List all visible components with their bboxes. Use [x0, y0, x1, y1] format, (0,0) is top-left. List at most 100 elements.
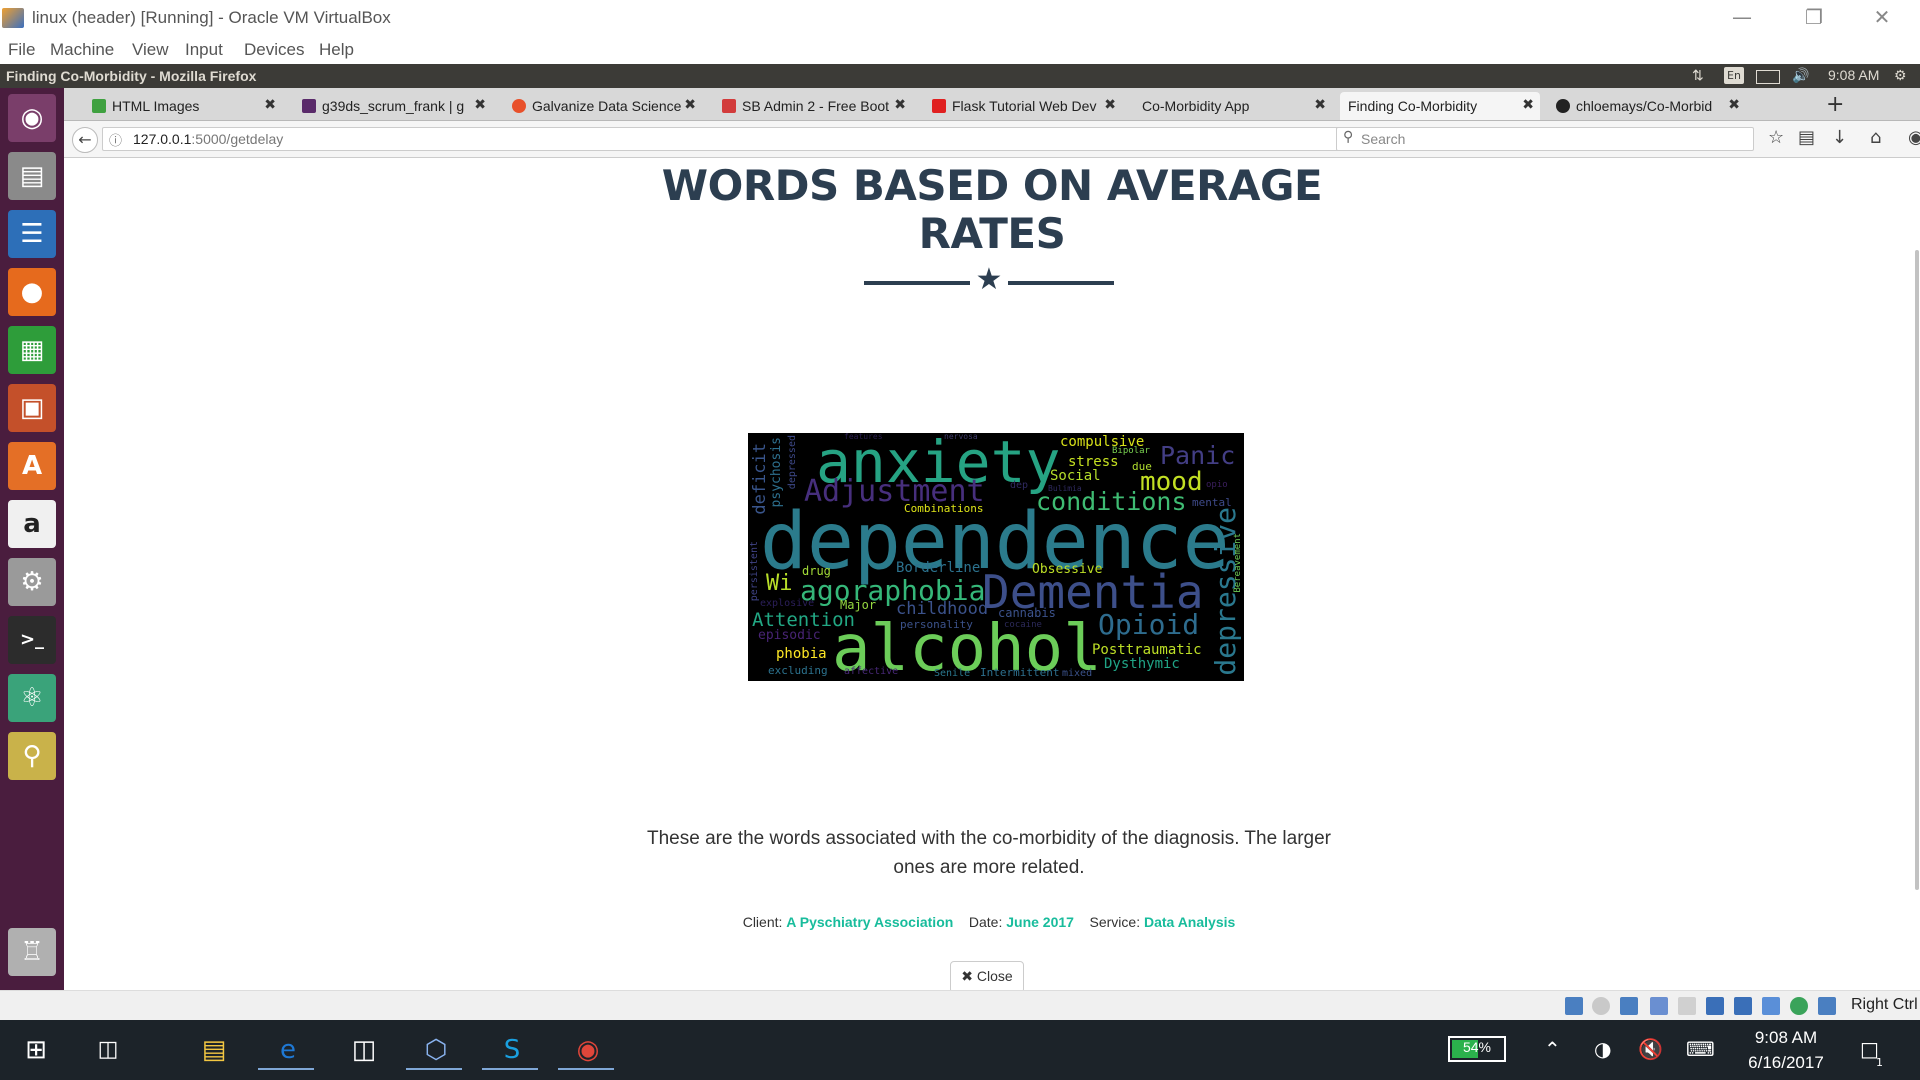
url-text: 127.0.0.1:5000/getdelay — [133, 131, 283, 147]
volume-icon[interactable]: 🔊 — [1792, 67, 1809, 84]
battery-icon[interactable]: 54% — [1448, 1036, 1506, 1062]
tab-finding-co-morbidity[interactable]: Finding Co-Morbidity ✖ — [1340, 92, 1540, 120]
menu-view[interactable]: View — [132, 40, 169, 60]
youtube-icon — [932, 99, 946, 113]
word-drug: drug — [802, 564, 831, 578]
chrome-icon[interactable]: ◉ — [558, 1030, 614, 1070]
display-icon[interactable] — [1734, 997, 1752, 1015]
tab-close-icon[interactable]: ✖ — [264, 96, 276, 113]
file-explorer-icon[interactable]: ▤ — [194, 1030, 234, 1070]
tab-html-images[interactable]: HTML Images ✖ — [86, 92, 282, 120]
tab-co-morbidity-app[interactable]: Co-Morbidity App ✖ — [1136, 92, 1332, 120]
search-placeholder: Search — [1361, 131, 1406, 147]
minimize-button[interactable]: — — [1712, 0, 1772, 36]
writer-icon[interactable]: ☰ — [8, 210, 56, 258]
system-settings-icon[interactable]: ⚙ — [8, 558, 56, 606]
touch-keyboard-icon[interactable]: ⌨ — [1686, 1037, 1715, 1061]
amazon-icon[interactable]: a — [8, 500, 56, 548]
word-social: Social — [1050, 468, 1101, 484]
vt-x-icon[interactable] — [1790, 997, 1808, 1015]
pocket-icon[interactable]: ◉ — [1908, 127, 1920, 148]
tab-sb-admin[interactable]: SB Admin 2 - Free Boot ✖ — [716, 92, 912, 120]
network-transfer-icon[interactable]: ⇅ — [1692, 67, 1704, 84]
shared-folders-icon[interactable] — [1706, 997, 1724, 1015]
battery-indicator-icon[interactable] — [1756, 70, 1780, 84]
back-button[interactable]: ← — [72, 127, 98, 153]
files-icon[interactable]: ▤ — [8, 152, 56, 200]
tab-scrum[interactable]: g39ds_scrum_frank | g ✖ — [296, 92, 492, 120]
menu-file[interactable]: File — [8, 40, 35, 60]
tab-close-icon[interactable]: ✖ — [894, 96, 906, 113]
menu-input[interactable]: Input — [185, 40, 223, 60]
store-icon[interactable]: ◫ — [344, 1030, 384, 1070]
edge-icon[interactable]: e — [258, 1030, 314, 1070]
tab-label: Co-Morbidity App — [1142, 98, 1250, 114]
tab-close-icon[interactable]: ✖ — [1522, 96, 1534, 113]
virtualbox-taskbar-icon[interactable]: ⬡ — [406, 1030, 462, 1070]
word-major: Major — [840, 598, 877, 612]
windows-start-icon[interactable]: ⊞ — [16, 1030, 56, 1070]
close-button[interactable]: ✖ Close — [950, 961, 1024, 990]
reading-list-icon[interactable]: ▤ — [1798, 127, 1815, 148]
hard-disk-icon[interactable] — [1565, 997, 1583, 1015]
panel-clock[interactable]: 9:08 AM — [1828, 67, 1879, 83]
scrollbar-thumb[interactable] — [1915, 250, 1919, 890]
trash-icon[interactable]: ♖ — [8, 928, 56, 976]
menu-devices[interactable]: Devices — [244, 40, 304, 60]
taskbar-clock-time[interactable]: 9:08 AM — [1738, 1028, 1834, 1048]
tab-github-chloemays[interactable]: chloemays/Co-Morbid ✖ — [1550, 92, 1746, 120]
home-icon[interactable]: ⌂ — [1870, 127, 1881, 148]
optical-drive-icon[interactable] — [1592, 997, 1610, 1015]
ubuntu-dash-icon[interactable]: ◉ — [8, 94, 56, 142]
menu-machine[interactable]: Machine — [50, 40, 114, 60]
tab-close-icon[interactable]: ✖ — [474, 96, 486, 113]
firefox-icon[interactable]: ● — [8, 268, 56, 316]
tab-close-icon[interactable]: ✖ — [1104, 96, 1116, 113]
calc-icon[interactable]: ▦ — [8, 326, 56, 374]
atom-icon[interactable]: ⚛ — [8, 674, 56, 722]
network-icon[interactable] — [1650, 997, 1668, 1015]
close-label: Close — [976, 968, 1013, 984]
usb-icon[interactable] — [1678, 997, 1696, 1015]
image-viewer-icon[interactable]: ⚲ — [8, 732, 56, 780]
word-senile: Senile — [934, 668, 971, 679]
task-view-icon[interactable]: ◫ — [88, 1030, 128, 1070]
search-bar[interactable]: ⚲ Search — [1336, 127, 1754, 151]
impress-icon[interactable]: ▣ — [8, 384, 56, 432]
tab-close-icon[interactable]: ✖ — [1728, 96, 1740, 113]
software-center-icon[interactable]: A — [8, 442, 56, 490]
word-psychosis: psychosis — [769, 437, 784, 508]
taskbar-clock-date[interactable]: 6/16/2017 — [1738, 1053, 1834, 1073]
audio-icon[interactable] — [1620, 997, 1638, 1015]
restore-button[interactable]: ❐ — [1784, 0, 1844, 36]
speaker-muted-icon[interactable]: 🔇 — [1638, 1037, 1663, 1061]
vbox-title-bar: linux (header) [Running] - Oracle VM Vir… — [0, 0, 1920, 36]
menu-help[interactable]: Help — [319, 40, 354, 60]
system-gear-icon[interactable]: ⚙ — [1894, 67, 1907, 84]
site-info-icon[interactable]: ⓘ — [109, 130, 122, 149]
vbox-window-title: linux (header) [Running] - Oracle VM Vir… — [32, 8, 391, 27]
keyboard-layout-indicator[interactable]: En — [1724, 67, 1744, 84]
new-tab-button[interactable]: + — [1826, 92, 1844, 117]
tab-close-icon[interactable]: ✖ — [684, 96, 696, 113]
terminal-icon[interactable]: >_ — [8, 616, 56, 664]
tab-galvanize[interactable]: Galvanize Data Science ✖ — [506, 92, 702, 120]
video-capture-icon[interactable] — [1762, 997, 1780, 1015]
downloads-icon[interactable]: ↓ — [1832, 127, 1847, 148]
skype-icon[interactable]: S — [482, 1030, 538, 1070]
url-bar[interactable]: ⓘ 127.0.0.1:5000/getdelay ↻ — [102, 127, 1366, 151]
firefox-tab-bar: HTML Images ✖ g39ds_scrum_frank | g ✖ Ga… — [64, 88, 1920, 121]
unity-launcher: ◉ ▤ ☰ ● ▦ ▣ A a ⚙ >_ ⚛ ⚲ ♖ — [0, 88, 64, 990]
page-scrollbar[interactable] — [1908, 158, 1920, 990]
close-window-button[interactable]: ✕ — [1852, 0, 1912, 36]
tab-close-icon[interactable]: ✖ — [1314, 96, 1326, 113]
client-value: A Pyschiatry Association — [786, 914, 954, 930]
mouse-integration-icon[interactable] — [1818, 997, 1836, 1015]
battery-percent: 54% — [1462, 1039, 1492, 1055]
show-hidden-icons-chevron-icon[interactable]: ⌃ — [1544, 1037, 1561, 1061]
word-wi: Wi — [766, 571, 793, 596]
bookmark-star-icon[interactable]: ☆ — [1768, 127, 1784, 148]
tab-flask-tutorial[interactable]: Flask Tutorial Web Dev ✖ — [926, 92, 1122, 120]
word-combinations: Combinations — [904, 502, 984, 515]
wifi-icon[interactable]: ◑ — [1594, 1037, 1611, 1061]
